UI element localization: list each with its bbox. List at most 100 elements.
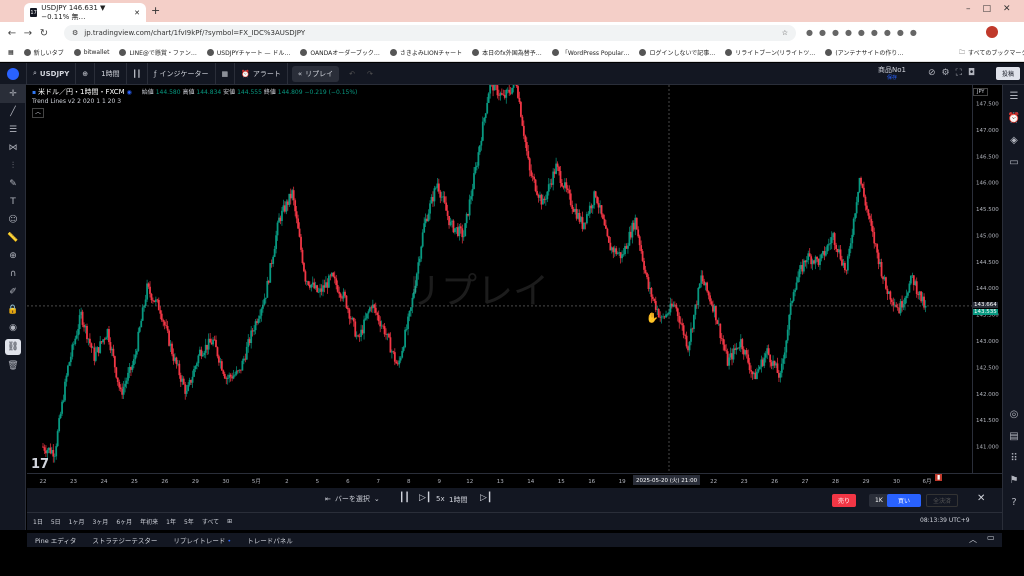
trash-icon[interactable]: 🗑: [0, 357, 26, 375]
time-axis[interactable]: 222324252629305月256789121314151619202122…: [27, 473, 1002, 487]
tab-replay-trade[interactable]: リプレイトレード •: [173, 535, 231, 545]
site-info-icon[interactable]: ⚙: [72, 29, 78, 37]
ruler-icon[interactable]: 📏: [0, 229, 26, 247]
indicator-legend[interactable]: Trend Lines v2 2 020 1 1 20 3: [32, 97, 357, 106]
candle-body: [852, 218, 855, 235]
range-1m[interactable]: 1ヶ月: [69, 517, 85, 526]
forecast-icon[interactable]: ⫶: [0, 157, 26, 175]
quantity-field[interactable]: 1K: [869, 494, 889, 507]
bookmark-item[interactable]: OANDAオーダーブック…: [300, 48, 380, 57]
select-bar-button[interactable]: ⇤ バーを選択 ⌄: [325, 494, 380, 504]
forward-icon[interactable]: →: [20, 28, 36, 39]
price-axis[interactable]: 141.000 141.500 142.000 142.500 143.000 143.5…: [972, 85, 1002, 473]
close-replay-icon[interactable]: ✕: [977, 493, 985, 504]
range-ytd[interactable]: 年初来: [140, 517, 158, 526]
calendar-icon[interactable]: ▤: [1003, 425, 1024, 447]
settings-icons[interactable]: ⊘⚙⛶◘: [928, 68, 981, 78]
publish-button[interactable]: 投稿: [996, 67, 1021, 80]
compare-add-icon[interactable]: ⊕: [76, 62, 96, 85]
collapse-panel-icon[interactable]: ︿: [969, 534, 977, 545]
bookmark-item[interactable]: さきよみLIONチャート: [389, 48, 462, 57]
indicators-button[interactable]: ƒ インジケーター: [148, 62, 216, 85]
link-icon[interactable]: ⛓: [5, 339, 21, 355]
notifications-icon[interactable]: ⚑: [1003, 469, 1024, 491]
extension-icons[interactable]: ●●●●●●●●●: [806, 28, 923, 37]
watchlist-icon[interactable]: ☰: [1003, 85, 1024, 107]
tab-strategy-tester[interactable]: ストラテジーテスター: [92, 535, 157, 545]
candle-body: [402, 347, 405, 351]
close-all-button[interactable]: 全決済: [926, 494, 959, 507]
pattern-icon[interactable]: ⋈: [0, 139, 26, 157]
bookmark-item[interactable]: リライトブーン(リライトツ…: [725, 48, 815, 57]
bookmark-item[interactable]: (アンテナサイトの作り…: [825, 48, 903, 57]
range-6m[interactable]: 6ヶ月: [116, 517, 132, 526]
zoom-icon[interactable]: ⊕: [0, 247, 26, 265]
redo-icon[interactable]: ↷: [361, 63, 379, 85]
crosshair-icon[interactable]: ✛: [0, 85, 26, 103]
range-all[interactable]: すべて: [202, 517, 219, 526]
alert-button[interactable]: ⏰ アラート: [235, 62, 288, 85]
chat-icon[interactable]: ▭: [1003, 151, 1024, 173]
alerts-icon[interactable]: ⏰: [1003, 107, 1024, 129]
jump-to-realtime-icon[interactable]: ▷┃: [480, 493, 492, 503]
time-tick: 7: [377, 479, 381, 485]
replay-interval-selector[interactable]: 1時間: [449, 495, 467, 505]
maximize-panel-icon[interactable]: ▭: [987, 533, 995, 542]
bookmark-item[interactable]: 「WordPress Popular…: [551, 48, 629, 57]
tab-close-icon[interactable]: ✕: [134, 9, 140, 17]
text-icon[interactable]: T: [0, 193, 26, 211]
buy-button[interactable]: 買い: [887, 494, 921, 507]
speed-selector[interactable]: 5x: [436, 495, 445, 503]
bookmark-star-icon[interactable]: ☆: [782, 29, 788, 37]
sell-button[interactable]: 売り: [832, 494, 857, 507]
collapse-legend-icon[interactable]: ︿: [32, 108, 44, 118]
target-icon[interactable]: ◎: [1003, 403, 1024, 425]
fib-icon[interactable]: ☰: [0, 121, 26, 139]
symbol-search[interactable]: ⌕ USDJPY: [27, 62, 77, 85]
pause-icon[interactable]: ┃┃: [399, 493, 410, 503]
brush-icon[interactable]: ✎: [0, 175, 26, 193]
undo-icon[interactable]: ↶: [343, 63, 361, 85]
magnet-icon[interactable]: ∩: [0, 265, 26, 283]
layout-name[interactable]: 商品No1 保存: [878, 66, 906, 82]
currency-label[interactable]: JPY: [973, 88, 989, 96]
apps-icon[interactable]: ▦: [8, 49, 14, 56]
bookmark-item[interactable]: LINE@で懸賞・ファン…: [119, 48, 197, 57]
bookmark-item[interactable]: bitwallet: [73, 49, 109, 56]
emoji-icon[interactable]: ☺: [0, 211, 26, 229]
reload-icon[interactable]: ↻: [36, 28, 52, 39]
trendline-icon[interactable]: ╱: [0, 103, 26, 121]
all-bookmarks[interactable]: 🗀 すべてのブックマーク: [955, 47, 1024, 58]
bookmark-item[interactable]: USDJPYチャート — ドル…: [206, 48, 290, 57]
date-range-calendar-icon[interactable]: ⊞: [227, 518, 232, 525]
range-5d[interactable]: 5日: [51, 517, 61, 526]
grid-apps-icon[interactable]: ⠿: [1003, 447, 1024, 469]
layouts-icon[interactable]: ▦: [216, 62, 236, 85]
replay-button[interactable]: «リプレイ: [291, 65, 340, 82]
range-1y[interactable]: 1年: [166, 517, 176, 526]
layers-icon[interactable]: ◈: [1003, 129, 1024, 151]
step-forward-icon[interactable]: ▷┃: [419, 493, 431, 503]
chart-type-icon[interactable]: ┃┃: [127, 62, 149, 85]
bookmark-item[interactable]: 新しいタブ: [23, 48, 64, 57]
range-5y[interactable]: 5年: [184, 517, 194, 526]
lock-drawing-icon[interactable]: ✐: [0, 283, 26, 301]
bookmark-item[interactable]: ログインしないで記事…: [639, 48, 715, 57]
window-controls[interactable]: –□✕: [966, 4, 1023, 14]
back-icon[interactable]: ←: [4, 28, 20, 39]
tab-pine-editor[interactable]: Pine エディタ: [35, 535, 76, 545]
bookmark-item[interactable]: 本日のfx外国為替予…: [472, 48, 542, 57]
new-tab-icon[interactable]: +: [151, 4, 160, 17]
range-3m[interactable]: 3ヶ月: [92, 517, 108, 526]
eye-icon[interactable]: ◉: [0, 319, 26, 337]
lock-icon[interactable]: 🔒: [0, 301, 26, 319]
profile-avatar[interactable]: [986, 26, 998, 38]
interval-selector[interactable]: 1時間: [95, 62, 127, 85]
url-field[interactable]: ⚙ jp.tradingview.com/chart/1fvI9kPf/?symb…: [64, 25, 796, 41]
help-icon[interactable]: ?: [1003, 491, 1024, 513]
tab-trade-panel[interactable]: トレードパネル: [247, 535, 293, 545]
tv-menu-icon[interactable]: [0, 62, 27, 85]
browser-tab[interactable]: 17 USDJPY 146.631 ▼ −0.11% 無… ✕: [24, 3, 146, 22]
clock[interactable]: 08:13:39 UTC+9: [920, 517, 970, 524]
range-1d[interactable]: 1日: [33, 517, 43, 526]
